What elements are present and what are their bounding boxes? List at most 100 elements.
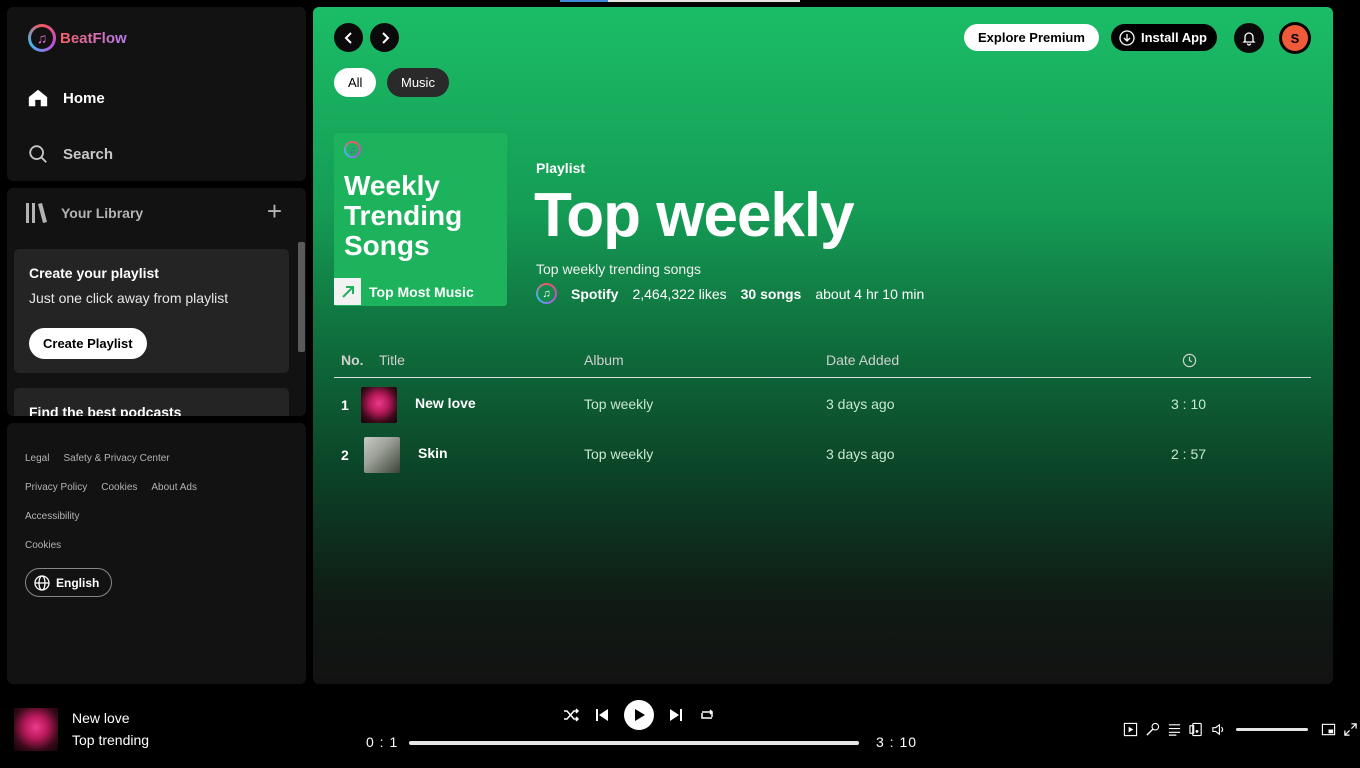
library-header[interactable]: Your Library <box>25 202 143 224</box>
avatar[interactable]: S <box>1279 22 1311 54</box>
footer-link-cookies[interactable]: Cookies <box>101 482 137 511</box>
progress-bar[interactable] <box>409 741 859 745</box>
avatar-initial: S <box>1282 25 1308 51</box>
playlist-duration: about 4 hr 10 min <box>815 285 925 302</box>
owner-logo-icon: ♫ <box>536 283 557 304</box>
sidebar-item-label: Home <box>63 89 105 107</box>
chevron-right-icon <box>381 31 389 44</box>
sidebar-item-search[interactable]: Search <box>27 143 113 165</box>
search-icon <box>29 145 47 163</box>
shuffle-icon[interactable] <box>562 706 580 724</box>
podcasts-card: Find the best podcasts <box>14 388 289 416</box>
volume-slider[interactable] <box>1236 727 1308 731</box>
filter-chip-music[interactable]: Music <box>387 68 449 97</box>
footer-link-about-ads[interactable]: About Ads <box>151 482 197 511</box>
now-playing-artwork[interactable] <box>14 708 58 751</box>
extra-controls <box>1122 721 1358 737</box>
repeat-icon[interactable] <box>698 706 716 724</box>
globe-icon <box>34 574 50 591</box>
sidebar-item-label: Search <box>63 145 114 163</box>
column-no: No. <box>341 352 364 368</box>
home-icon <box>28 89 48 107</box>
track-title[interactable]: Skin <box>418 445 448 461</box>
app-name: BeatFlow <box>60 29 127 47</box>
library-scrollbar[interactable] <box>298 242 305 352</box>
cover-title: Weekly Trending Songs <box>344 170 463 261</box>
sidebar-item-home[interactable]: Home <box>27 87 105 109</box>
now-playing-artist[interactable]: Top trending <box>72 732 149 748</box>
track-duration: 3 : 10 <box>1171 396 1207 412</box>
music-note-logo-icon: ♫ <box>28 24 56 52</box>
track-duration: 2 : 57 <box>1171 446 1207 462</box>
cover-subtitle: Top Most Music <box>369 283 474 300</box>
previous-icon[interactable] <box>594 707 610 723</box>
player-bar: New love Top trending 0 : 1 3 : 10 <box>0 692 1360 768</box>
now-playing-view-icon[interactable] <box>1122 721 1138 737</box>
card-title: Find the best podcasts <box>29 404 182 416</box>
now-playing-title[interactable]: New love <box>72 710 130 726</box>
next-icon[interactable] <box>668 707 684 723</box>
playlist-likes: 2,464,322 likes <box>632 285 727 302</box>
sidebar-nav-panel: ♫ BeatFlow Home Search <box>7 7 306 181</box>
footer-link-safety[interactable]: Safety & Privacy Center <box>63 453 169 482</box>
playlist-type-label: Playlist <box>536 160 586 176</box>
mini-player-icon[interactable] <box>1320 721 1336 737</box>
table-row[interactable]: 1 New love Top weekly 3 days ago 3 : 10 <box>334 385 1311 427</box>
column-album: Album <box>584 352 624 368</box>
trending-arrow-icon <box>334 278 361 305</box>
table-row[interactable]: 2 Skin Top weekly 3 days ago 2 : 57 <box>334 435 1311 477</box>
notifications-button[interactable] <box>1234 23 1264 53</box>
table-header: No. Title Album Date Added <box>334 344 1311 378</box>
library-icon <box>26 203 47 223</box>
current-time: 0 : 1 <box>366 734 399 750</box>
page-title: Top weekly <box>534 181 855 250</box>
forward-button[interactable] <box>370 23 399 52</box>
footer-link-privacy[interactable]: Privacy Policy <box>25 482 87 511</box>
row-number: 1 <box>341 397 349 413</box>
play-button[interactable] <box>624 700 654 730</box>
track-date-added: 3 days ago <box>826 446 895 462</box>
install-app-label: Install App <box>1141 30 1207 45</box>
footer-links: Legal Safety & Privacy Center Privacy Po… <box>25 453 197 569</box>
fullscreen-icon[interactable] <box>1342 721 1358 737</box>
music-note-logo-icon: ♫ <box>344 141 361 158</box>
footer-link-cookies-2[interactable]: Cookies <box>25 540 61 569</box>
playlist-meta: ♫ Spotify 2,464,322 likes 30 songs about… <box>536 283 924 304</box>
track-title[interactable]: New love <box>415 395 476 411</box>
footer-link-legal[interactable]: Legal <box>25 453 49 482</box>
window-loading-strip <box>560 0 800 2</box>
add-icon[interactable]: + <box>267 198 282 224</box>
total-time: 3 : 10 <box>876 734 918 750</box>
queue-icon[interactable] <box>1166 721 1182 737</box>
language-label: English <box>56 575 100 590</box>
card-subtitle: Just one click away from playlist <box>29 290 229 306</box>
column-date-added: Date Added <box>826 352 900 368</box>
bell-icon <box>1242 32 1256 46</box>
volume-icon[interactable] <box>1210 721 1226 737</box>
row-number: 2 <box>341 447 349 463</box>
download-icon <box>1119 29 1135 46</box>
explore-premium-button[interactable]: Explore Premium <box>964 24 1099 51</box>
connect-device-icon[interactable] <box>1188 721 1204 737</box>
playlist-owner[interactable]: Spotify <box>571 286 618 302</box>
back-button[interactable] <box>334 23 363 52</box>
playlist-cover[interactable]: ♫ Weekly Trending Songs Top Most Music <box>334 133 507 306</box>
track-artwork <box>361 387 397 423</box>
track-date-added: 3 days ago <box>826 396 895 412</box>
install-app-button[interactable]: Install App <box>1111 24 1217 51</box>
playback-controls <box>562 700 716 730</box>
app-logo[interactable]: ♫ BeatFlow <box>28 24 127 52</box>
lyrics-icon[interactable] <box>1144 721 1160 737</box>
card-title: Create your playlist <box>29 265 159 281</box>
create-playlist-card: Create your playlist Just one click away… <box>14 249 289 373</box>
language-button[interactable]: English <box>25 568 113 597</box>
play-icon <box>635 709 645 721</box>
track-album[interactable]: Top weekly <box>584 446 653 462</box>
cover-footer: Top Most Music <box>334 277 474 306</box>
track-album[interactable]: Top weekly <box>584 396 653 412</box>
playlist-song-count: 30 songs <box>740 285 802 302</box>
filter-chip-all[interactable]: All <box>334 68 377 97</box>
footer-link-accessibility[interactable]: Accessibility <box>25 511 79 540</box>
library-panel: Your Library + Create your playlist Just… <box>7 188 306 416</box>
create-playlist-button[interactable]: Create Playlist <box>29 328 147 359</box>
